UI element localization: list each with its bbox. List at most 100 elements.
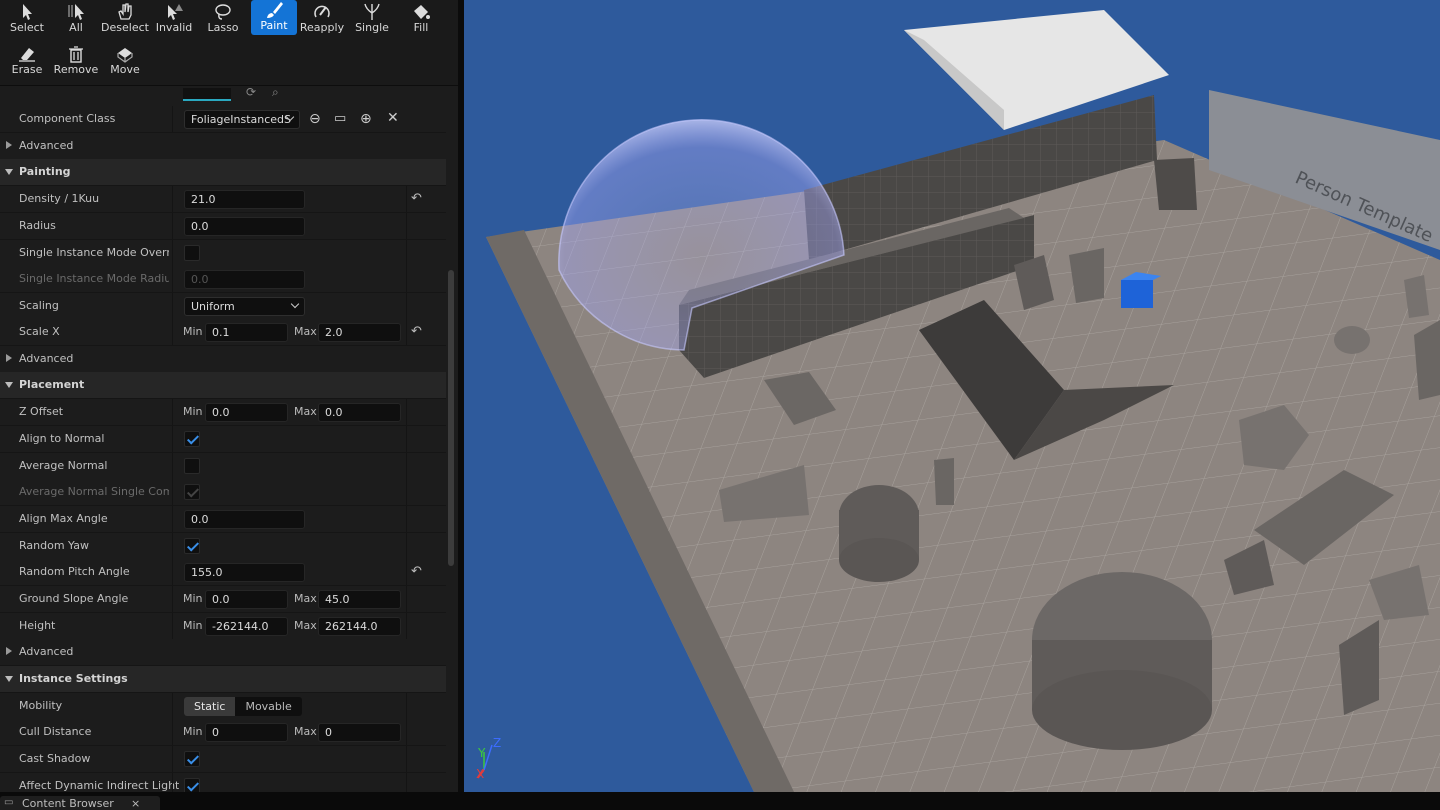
height-max-input[interactable]: 262144.0 [318,617,401,636]
mobility-static-option[interactable]: Static [184,697,236,716]
axis-y-label: Y [477,746,486,760]
align-to-normal-checkbox[interactable] [184,431,200,447]
cursor-icon [15,2,39,22]
random-pitch-row: Random Pitch Angle 155.0 ↶ [0,559,446,586]
cast-shadow-row: Cast Shadow [0,746,446,773]
scale-x-row: Scale X Min 0.1 Max 2.0 ↶ [0,319,446,346]
instance-settings-category[interactable]: Instance Settings [0,666,446,693]
browse-folder-icon[interactable]: ▭ [334,111,346,127]
component-class-dropdown[interactable]: FoliageInstancedS [184,110,300,129]
painting-category[interactable]: Painting [0,159,446,186]
scale-x-max-input[interactable]: 2.0 [318,323,401,342]
erase-tool-button[interactable]: Erase [4,44,50,80]
add-icon[interactable]: ⊕ [360,111,372,127]
ground-slope-row: Ground Slope Angle Min 0.0 Max 45.0 [0,586,446,613]
invalid-select-icon [162,2,186,22]
affect-dynamic-lighting-checkbox[interactable] [184,778,200,792]
single-foliage-icon [360,2,384,22]
average-normal-checkbox[interactable] [184,458,200,474]
cast-shadow-checkbox[interactable] [184,751,200,767]
details-panel: Component Class FoliageInstancedS ⊖ ▭ ⊕ … [0,86,446,792]
density-input[interactable]: 21.0 [184,190,305,209]
reapply-icon [310,2,334,22]
close-icon[interactable]: × [131,797,140,810]
paintbrush-icon [262,0,286,20]
density-row: Density / 1Kuu 21.0 ↶ [0,186,446,213]
axis-z-label: Z [493,736,501,750]
placement-category[interactable]: Placement [0,372,446,399]
scaling-row: Scaling Uniform [0,293,446,320]
folder-icon: ▭ [4,797,14,808]
z-offset-row: Z Offset Min 0.0 Max 0.0 [0,399,446,426]
z-offset-max-input[interactable]: 0.0 [318,403,401,422]
affect-dynamic-lighting-row: Affect Dynamic Indirect Lighting [0,773,446,792]
expand-arrow-icon [6,141,12,149]
scaling-dropdown[interactable]: Uniform [184,297,305,316]
radius-input[interactable]: 0.0 [184,217,305,236]
average-normal-single-checkbox [184,484,200,500]
random-yaw-checkbox[interactable] [184,538,200,554]
expand-arrow-icon [6,647,12,655]
fill-bucket-icon [409,2,433,22]
bottom-bar [0,792,1440,810]
foliage-panel: Select All Deselect Invalid Lasso Paint … [0,0,458,792]
single-instance-radius-input: 0.0 [184,270,305,289]
paint-tool-button[interactable]: Paint [251,0,297,35]
reapply-tool-button[interactable]: Reapply [299,2,345,38]
clear-icon[interactable]: ✕ [387,110,399,126]
mobility-toggle: Static Movable [184,697,302,716]
random-pitch-input[interactable]: 155.0 [184,563,305,582]
use-selected-icon[interactable]: ⊖ [309,111,321,127]
advanced-expander[interactable]: Advanced [0,133,446,160]
mobility-row: Mobility Static Movable [0,693,446,720]
hand-icon [113,2,137,22]
level-viewport[interactable]: Person Template Y Z X [464,0,1440,792]
lasso-icon [211,2,235,22]
trash-icon [64,44,88,64]
align-to-normal-row: Align to Normal [0,426,446,453]
random-yaw-row: Random Yaw [0,533,446,560]
component-class-row: Component Class FoliageInstancedS ⊖ ▭ ⊕ … [0,106,446,133]
move-tool-button[interactable]: Move [102,44,148,80]
align-max-angle-row: Align Max Angle 0.0 [0,506,446,533]
collapse-arrow-icon [5,676,13,682]
average-normal-single-row: Average Normal Single Comp... [0,479,446,506]
height-min-input[interactable]: -262144.0 [205,617,288,636]
select-tool-button[interactable]: Select [4,2,50,38]
reset-arrow-icon[interactable]: ↶ [411,192,425,206]
reset-arrow-icon[interactable]: ↶ [411,565,425,579]
remove-tool-button[interactable]: Remove [53,44,99,80]
collapse-arrow-icon [5,169,13,175]
select-all-icon [64,2,88,22]
cull-distance-min-input[interactable]: 0 [205,723,288,742]
expand-arrow-icon [6,354,12,362]
cull-distance-row: Cull Distance Min 0 Max 0 [0,719,446,746]
content-browser-tab[interactable]: ▭ Content Browser × [0,796,160,810]
single-tool-button[interactable]: Single [349,2,395,38]
collapse-arrow-icon [5,382,13,388]
cull-distance-max-input[interactable]: 0 [318,723,401,742]
ground-slope-min-input[interactable]: 0.0 [205,590,288,609]
advanced-expander[interactable]: Advanced [0,639,446,666]
select-all-tool-button[interactable]: All [53,2,99,38]
lasso-tool-button[interactable]: Lasso [200,2,246,38]
move-icon [113,44,137,64]
invalid-select-tool-button[interactable]: Invalid [151,2,197,38]
eraser-icon [15,44,39,64]
single-instance-override-checkbox[interactable] [184,245,200,261]
ground-slope-max-input[interactable]: 45.0 [318,590,401,609]
fill-tool-button[interactable]: Fill [398,2,444,38]
scale-x-min-input[interactable]: 0.1 [205,323,288,342]
foliage-toolbar: Select All Deselect Invalid Lasso Paint … [0,0,458,86]
z-offset-min-input[interactable]: 0.0 [205,403,288,422]
advanced-expander[interactable]: Advanced [0,346,446,373]
scene-render: Person Template Y Z X [464,0,1440,792]
reset-arrow-icon[interactable]: ↶ [411,325,425,339]
single-instance-radius-row: Single Instance Mode Radius 0.0 [0,266,446,293]
align-max-angle-input[interactable]: 0.0 [184,510,305,529]
details-scrollbar[interactable] [448,270,454,566]
deselect-tool-button[interactable]: Deselect [101,2,149,38]
axis-x-label: X [476,767,484,781]
height-row: Height Min -262144.0 Max 262144.0 [0,613,446,640]
mobility-movable-option[interactable]: Movable [235,697,301,716]
